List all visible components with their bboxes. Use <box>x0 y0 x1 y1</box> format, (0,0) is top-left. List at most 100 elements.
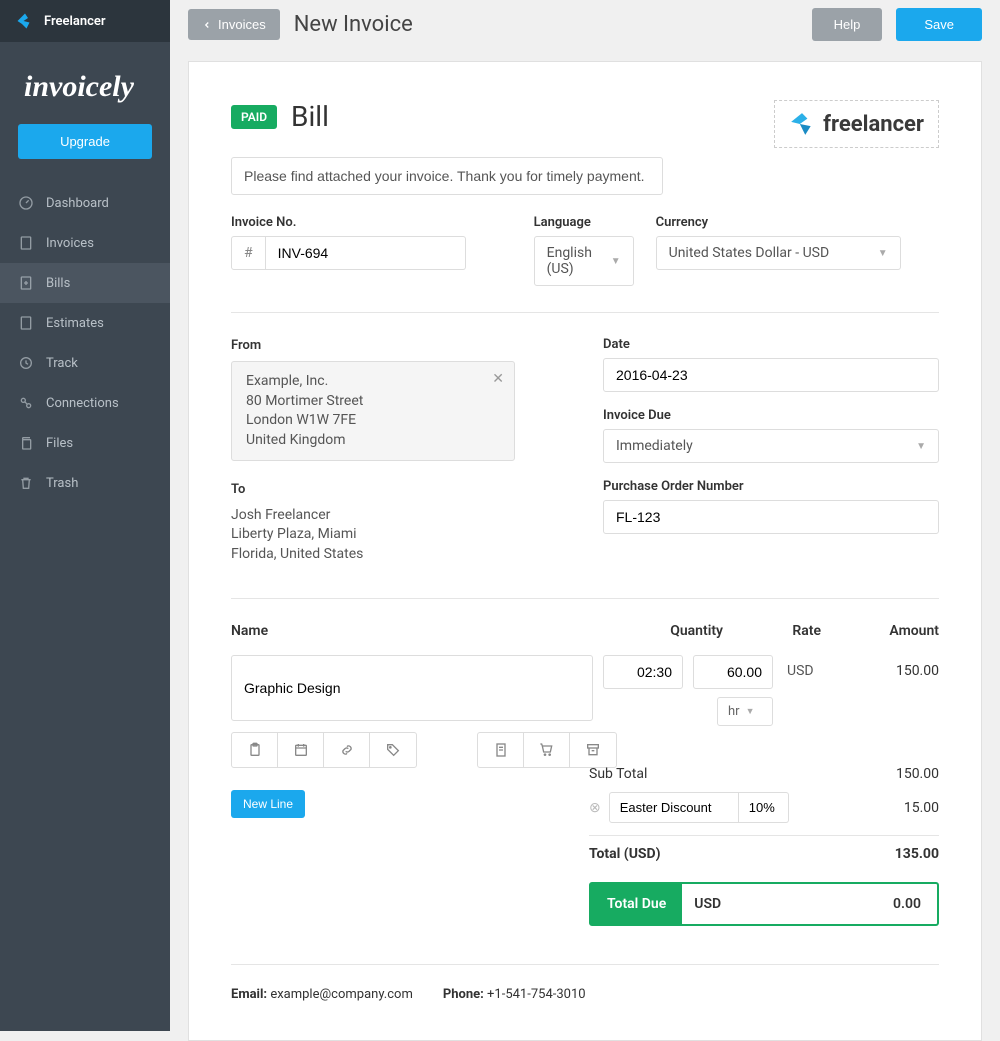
nav-dashboard[interactable]: Dashboard <box>0 183 170 223</box>
item-qty-input[interactable] <box>603 655 683 689</box>
chevron-down-icon: ▼ <box>916 441 926 452</box>
clipboard-icon <box>247 742 263 758</box>
item-name-input[interactable] <box>231 655 593 721</box>
date-input[interactable] <box>603 358 939 392</box>
col-amount: Amount <box>839 623 939 639</box>
bird-icon <box>789 111 815 137</box>
plus-document-icon <box>18 275 34 291</box>
save-button[interactable]: Save <box>896 8 982 41</box>
phone-value: +1-541-754-3010 <box>487 987 586 1002</box>
total-value: 135.00 <box>895 846 939 862</box>
item-tools-left <box>231 732 417 768</box>
topbar: Invoices New Invoice Help Save <box>170 0 1000 49</box>
org-switcher[interactable]: Freelancer <box>0 0 170 42</box>
invoice-no-prefix: # <box>231 236 266 270</box>
discount-name-input[interactable] <box>609 792 739 823</box>
clipboard-button[interactable] <box>232 733 278 767</box>
bird-icon <box>16 12 34 30</box>
receipt-button[interactable] <box>478 733 524 767</box>
invoice-card: PAID Bill freelancer Invoice No. # <box>188 61 982 1041</box>
chevron-down-icon: ▼ <box>611 256 621 267</box>
to-name: Josh Freelancer <box>231 506 515 526</box>
invoice-no-label: Invoice No. <box>231 215 466 230</box>
from-box[interactable]: ✕ Example, Inc. 80 Mortimer Street Londo… <box>231 361 515 461</box>
nav-label: Connections <box>46 396 119 411</box>
item-amount: 150.00 <box>849 655 939 687</box>
nav-connections[interactable]: Connections <box>0 383 170 423</box>
email-value: example@company.com <box>270 987 413 1002</box>
main: Invoices New Invoice Help Save PAID Bill… <box>170 0 1000 1031</box>
from-line3: United Kingdom <box>246 431 500 451</box>
chevron-down-icon: ▼ <box>878 248 888 259</box>
date-label: Date <box>603 337 939 352</box>
invoice-footer: Email: example@company.com Phone: +1-541… <box>231 964 939 1002</box>
chevron-down-icon: ▼ <box>746 706 755 717</box>
item-rate-input[interactable] <box>693 655 773 689</box>
due-value: Immediately <box>616 438 693 454</box>
from-name: Example, Inc. <box>246 372 500 392</box>
back-button[interactable]: Invoices <box>188 9 280 40</box>
currency-select[interactable]: United States Dollar - USD ▼ <box>656 236 901 270</box>
nav-trash[interactable]: Trash <box>0 463 170 503</box>
nav-label: Track <box>46 356 78 371</box>
link-icon <box>18 395 34 411</box>
col-qty: Quantity <box>643 623 723 639</box>
to-line1: Liberty Plaza, Miami <box>231 525 515 545</box>
col-name: Name <box>231 623 643 639</box>
invoice-no-input[interactable] <box>266 236 466 270</box>
totals: Sub Total 150.00 ⊗ 15.00 Total (USD) 135… <box>589 756 939 926</box>
to-label: To <box>231 481 515 499</box>
document-icon <box>18 315 34 331</box>
po-label: Purchase Order Number <box>603 479 939 494</box>
nav: Dashboard Invoices Bills Estimates Track… <box>0 183 170 503</box>
due-select[interactable]: Immediately ▼ <box>603 429 939 463</box>
total-due-box: Total Due USD 0.00 <box>589 882 939 926</box>
link-button[interactable] <box>324 733 370 767</box>
status-badge: PAID <box>231 105 277 129</box>
nav-estimates[interactable]: Estimates <box>0 303 170 343</box>
total-due-label: Total Due <box>591 884 682 924</box>
from-label: From <box>231 338 261 353</box>
description-input[interactable] <box>231 157 663 195</box>
help-button[interactable]: Help <box>812 8 883 41</box>
cart-button[interactable] <box>524 733 570 767</box>
page-title: New Invoice <box>294 12 413 37</box>
remove-discount-icon[interactable]: ⊗ <box>589 800 601 816</box>
nav-track[interactable]: Track <box>0 343 170 383</box>
chevron-left-icon <box>202 20 212 30</box>
app-logo: invoicely <box>0 42 170 124</box>
language-select[interactable]: English (US) ▼ <box>534 236 634 286</box>
from-line2: London W1W 7FE <box>246 411 500 431</box>
close-icon[interactable]: ✕ <box>492 370 504 390</box>
language-value: English (US) <box>547 245 601 277</box>
nav-files[interactable]: Files <box>0 423 170 463</box>
clock-icon <box>18 355 34 371</box>
phone-label: Phone: <box>443 987 484 1002</box>
po-input[interactable] <box>603 500 939 534</box>
copy-icon <box>18 435 34 451</box>
item-currency: USD <box>783 655 839 687</box>
nav-bills[interactable]: Bills <box>0 263 170 303</box>
tag-button[interactable] <box>370 733 416 767</box>
discount-pct-input[interactable] <box>739 792 789 823</box>
col-rate: Rate <box>741 623 821 639</box>
brand-name: freelancer <box>823 112 924 137</box>
cart-icon <box>539 742 555 758</box>
discount-amount: 15.00 <box>904 800 939 816</box>
nav-label: Files <box>46 436 73 451</box>
new-line-button[interactable]: New Line <box>231 790 305 818</box>
nav-invoices[interactable]: Invoices <box>0 223 170 263</box>
currency-label: Currency <box>656 215 901 230</box>
item-unit-value: hr <box>728 704 740 719</box>
line-item-row: hr ▼ USD 150.00 <box>231 655 939 726</box>
item-unit-select[interactable]: hr ▼ <box>717 697 773 726</box>
upgrade-button[interactable]: Upgrade <box>18 124 152 159</box>
email-label: Email: <box>231 987 267 1002</box>
subtotal-value: 150.00 <box>896 766 939 782</box>
calendar-icon <box>293 742 309 758</box>
back-label: Invoices <box>218 17 266 32</box>
brand-logo-box[interactable]: freelancer <box>774 100 939 148</box>
total-label: Total (USD) <box>589 846 661 862</box>
calendar-button[interactable] <box>278 733 324 767</box>
currency-value: United States Dollar - USD <box>669 245 830 261</box>
